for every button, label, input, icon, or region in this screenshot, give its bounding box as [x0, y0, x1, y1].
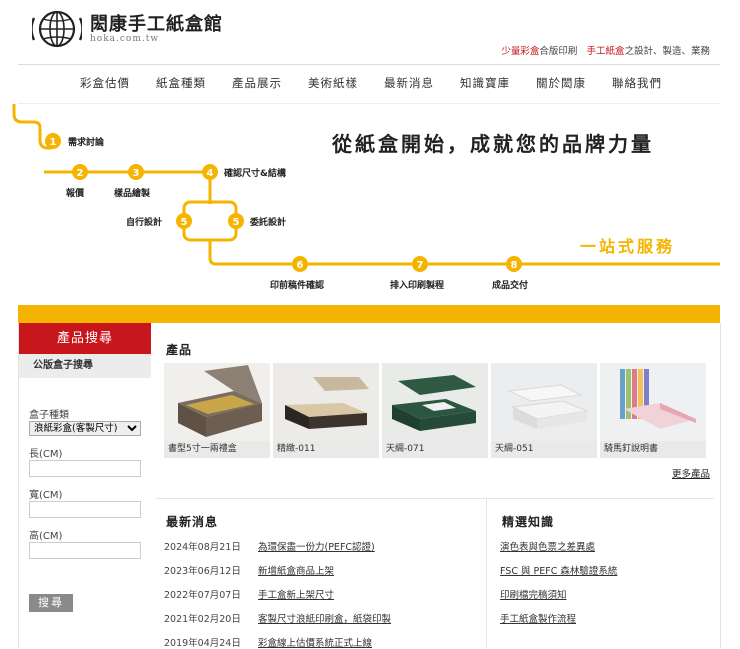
product-name[interactable]: 精緻-011: [273, 441, 379, 458]
step-label-1: 需求討論: [68, 136, 105, 148]
site-domain: hoka.com.tw: [90, 34, 160, 44]
width-label: 寬(CM): [29, 490, 63, 501]
step-label-6: 印前稿件確認: [270, 279, 324, 291]
search-button[interactable]: 搜尋: [29, 594, 73, 612]
step-num-3: 3: [133, 168, 140, 179]
nav-item-contact[interactable]: 聯絡我們: [612, 75, 662, 91]
knowledge-link[interactable]: 印刷檔完稿須知: [500, 587, 567, 601]
step-label-3: 樣品繪製: [114, 187, 151, 199]
product-card[interactable]: 天綢-071: [382, 363, 488, 458]
step-label-5a: 自行設計: [126, 216, 162, 228]
length-input[interactable]: [29, 460, 141, 477]
product-card[interactable]: 騎馬釘說明書: [600, 363, 706, 458]
step-label-4: 確認尺寸&結構: [224, 167, 286, 179]
product-image-green-box[interactable]: [382, 363, 488, 441]
step-num-4: 4: [207, 168, 214, 179]
news-date: 2024年08月21日: [164, 542, 241, 553]
step-num-5b: 5: [233, 217, 240, 228]
step-label-7: 排入印刷製程: [390, 279, 444, 291]
nav-item-paper-samples[interactable]: 美術紙樣: [308, 75, 384, 91]
knowledge-link[interactable]: 手工紙盒製作流程: [500, 611, 576, 625]
box-type-label: 盒子種類: [29, 410, 69, 421]
product-name[interactable]: 書型5寸一兩禮盒: [164, 441, 270, 458]
step-num-1: 1: [50, 137, 57, 148]
step-label-5b: 委託設計: [249, 216, 286, 228]
nav-item-news[interactable]: 最新消息: [384, 75, 460, 91]
news-link[interactable]: 新增紙盒商品上架: [258, 566, 334, 577]
news-link[interactable]: 彩盒線上估價系統正式上線: [258, 638, 372, 649]
globe-logo-icon[interactable]: [32, 10, 82, 48]
news-date: 2019年04月24日: [164, 638, 241, 649]
header-slogan: 少量彩盒合版印刷 手工紙盒之設計、製造、業務: [501, 43, 710, 57]
search-panel-heading: 產品搜尋: [19, 323, 151, 354]
step-num-2: 2: [77, 168, 84, 179]
product-image-brochure[interactable]: [600, 363, 706, 441]
knowledge-link[interactable]: FSC 與 PEFC 森林驗證系統: [500, 563, 617, 577]
product-card[interactable]: 天綢-051: [491, 363, 597, 458]
product-image-gift-box[interactable]: [164, 363, 270, 441]
step-num-7: 7: [417, 260, 424, 271]
product-card[interactable]: 書型5寸一兩禮盒: [164, 363, 270, 458]
news-date: 2021年02月20日: [164, 614, 241, 625]
nav-item-box-quote[interactable]: 彩盒估價: [80, 75, 156, 91]
product-name[interactable]: 天綢-071: [382, 441, 488, 458]
nav-item-box-types[interactable]: 紙盒種類: [156, 75, 232, 91]
step-num-5a: 5: [181, 217, 188, 228]
news-link[interactable]: 手工盒新上架尺寸: [258, 590, 334, 601]
news-link[interactable]: 為環保盡一份力(PEFC認證): [258, 542, 375, 553]
list-item: 2019年04月24日 彩盒線上估價系統正式上線: [164, 635, 372, 649]
column-divider: [486, 498, 487, 648]
news-date: 2022年07月07日: [164, 590, 241, 601]
step-label-8: 成品交付: [492, 279, 528, 291]
nav-item-products[interactable]: 產品展示: [232, 75, 308, 91]
accent-bar: [18, 305, 720, 323]
nav-item-about[interactable]: 關於閎康: [536, 75, 612, 91]
news-link[interactable]: 客製尺寸浪紙印刷盒，紙袋印製: [258, 614, 391, 625]
banner-headline: 從紙盒開始，成就您的品牌力量: [332, 132, 654, 156]
step-label-2: 報價: [66, 187, 85, 199]
product-image-white-box[interactable]: [491, 363, 597, 441]
list-item: 2021年02月20日 客製尺寸浪紙印刷盒，紙袋印製: [164, 611, 391, 625]
height-input[interactable]: [29, 542, 141, 559]
list-item: 2024年08月21日 為環保盡一份力(PEFC認證): [164, 539, 375, 553]
width-input[interactable]: [29, 501, 141, 518]
product-search-panel: 產品搜尋 公版盒子搜尋 盒子種類 浪紙彩盒(客製尺寸) 長(CM) 寬(CM) …: [18, 323, 151, 648]
slogan-part1: 少量彩盒: [501, 46, 540, 57]
step-num-8: 8: [511, 260, 518, 271]
knowledge-link[interactable]: 演色表與色票之差異處: [500, 539, 595, 553]
step-num-6: 6: [297, 260, 304, 271]
news-date: 2023年06月12日: [164, 566, 241, 577]
length-label: 長(CM): [29, 449, 63, 460]
slogan-part2: 合版印刷: [539, 46, 578, 57]
product-name[interactable]: 騎馬釘說明書: [600, 441, 706, 458]
box-type-select[interactable]: 浪紙彩盒(客製尺寸): [29, 421, 141, 436]
product-name[interactable]: 天綢-051: [491, 441, 597, 458]
more-products-link[interactable]: 更多產品: [672, 466, 710, 480]
site-title[interactable]: 閎康手工紙盒館: [90, 10, 223, 36]
list-item: 2023年06月12日 新增紙盒商品上架: [164, 563, 334, 577]
news-title: 最新消息: [166, 515, 219, 529]
nav-item-knowledge[interactable]: 知識寶庫: [460, 75, 536, 91]
products-title: 產品: [166, 343, 193, 357]
product-image-lid-box[interactable]: [273, 363, 379, 441]
product-card[interactable]: 精緻-011: [273, 363, 379, 458]
slogan-part4: 之設計、製造、業務: [624, 46, 710, 57]
main-content: 產品 書型5寸一兩禮盒 精緻-011 天綢-071 天綢-051 騎馬釘說明書 …: [150, 323, 721, 649]
search-panel-subheading: 公版盒子搜尋: [19, 354, 151, 378]
list-item: 2022年07月07日 手工盒新上架尺寸: [164, 587, 334, 601]
banner-tagline: 一站式服務: [580, 237, 676, 256]
height-label: 高(CM): [29, 531, 63, 542]
main-nav: 彩盒估價 紙盒種類 產品展示 美術紙樣 最新消息 知識寶庫 關於閎康 聯絡我們: [18, 64, 720, 104]
knowledge-title: 精選知識: [502, 515, 555, 529]
section-divider: [156, 498, 714, 499]
slogan-part3: 手工紙盒: [586, 46, 625, 57]
